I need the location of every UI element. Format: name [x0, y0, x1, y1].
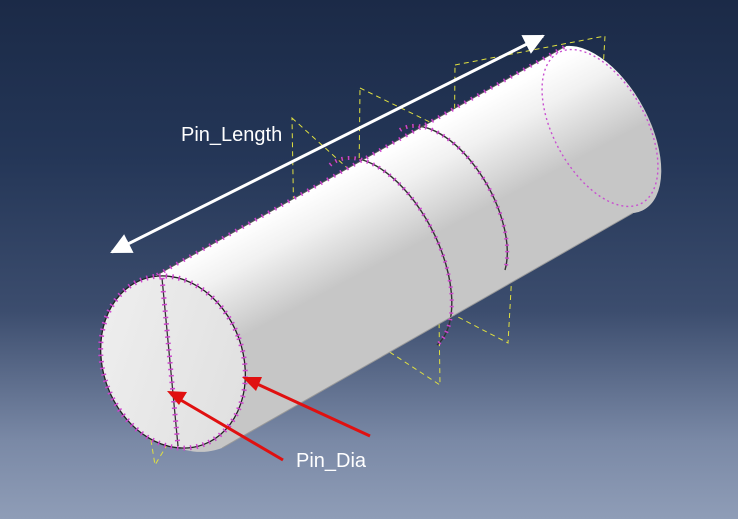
pin-dia-label: Pin_Dia [296, 450, 367, 472]
pin-model-scene [98, 34, 662, 467]
cae-viewport[interactable]: Pin_Length Pin_Dia [0, 0, 738, 519]
pin-length-label: Pin_Length [181, 124, 283, 146]
